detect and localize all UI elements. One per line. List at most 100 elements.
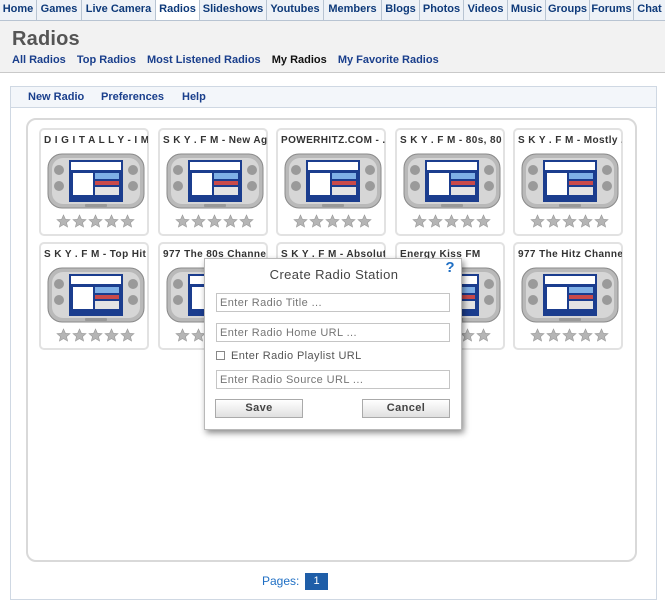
top-nav: Home Games Live Camera Radios Slideshows… (0, 0, 665, 21)
star-icon[interactable] (120, 328, 135, 342)
station-title[interactable]: POWERHITZ.COM - ... (281, 135, 385, 146)
tab-chat[interactable]: Chat (634, 0, 665, 20)
star-icon[interactable] (594, 214, 609, 228)
subnav-top-radios[interactable]: Top Radios (77, 54, 136, 66)
save-button[interactable]: Save (215, 399, 303, 418)
radio-device-thumbnail[interactable] (521, 152, 619, 210)
star-icon[interactable] (476, 328, 491, 342)
radio-device-thumbnail[interactable] (166, 152, 264, 210)
station-title[interactable]: D I G I T A L L Y - I M ... (44, 135, 148, 146)
star-icon[interactable] (88, 328, 103, 342)
star-icon[interactable] (175, 214, 190, 228)
station-card[interactable]: S K Y . F M - Mostly ... (513, 128, 623, 236)
rating-stars[interactable] (56, 328, 140, 342)
star-icon[interactable] (460, 328, 475, 342)
star-icon[interactable] (88, 214, 103, 228)
radio-device-thumbnail[interactable] (284, 152, 382, 210)
star-icon[interactable] (56, 328, 71, 342)
tab-photos[interactable]: Photos (420, 0, 464, 20)
star-icon[interactable] (594, 328, 609, 342)
radio-device-thumbnail[interactable] (47, 266, 145, 324)
page-1-button[interactable]: 1 (305, 573, 328, 590)
radio-home-url-input[interactable] (216, 323, 450, 342)
star-icon[interactable] (120, 214, 135, 228)
star-icon[interactable] (428, 214, 443, 228)
new-radio-link[interactable]: New Radio (28, 91, 84, 103)
rating-stars[interactable] (175, 214, 259, 228)
station-card[interactable]: S K Y . F M - Top Hit ... (39, 242, 149, 350)
tab-forums[interactable]: Forums (590, 0, 634, 20)
subnav-most-listened[interactable]: Most Listened Radios (147, 54, 261, 66)
subnav-my-radios[interactable]: My Radios (272, 54, 327, 66)
station-card[interactable]: POWERHITZ.COM - ... (276, 128, 386, 236)
star-icon[interactable] (546, 328, 561, 342)
rating-stars[interactable] (56, 214, 140, 228)
playlist-url-checkbox[interactable] (216, 351, 225, 360)
station-title[interactable]: 977 The Hitz Channel (518, 249, 622, 260)
star-icon[interactable] (444, 214, 459, 228)
toolbar: New Radio Preferences Help (10, 86, 657, 108)
star-icon[interactable] (341, 214, 356, 228)
rating-stars[interactable] (293, 214, 377, 228)
star-icon[interactable] (72, 214, 87, 228)
tab-home[interactable]: Home (0, 0, 37, 20)
star-icon[interactable] (530, 328, 545, 342)
star-icon[interactable] (104, 214, 119, 228)
radio-title-input[interactable] (216, 293, 450, 312)
help-link[interactable]: Help (182, 91, 206, 103)
rating-stars[interactable] (530, 328, 614, 342)
star-icon[interactable] (104, 328, 119, 342)
radio-device-thumbnail[interactable] (403, 152, 501, 210)
star-icon[interactable] (460, 214, 475, 228)
star-icon[interactable] (357, 214, 372, 228)
radio-source-url-input[interactable] (216, 370, 450, 389)
star-icon[interactable] (293, 214, 308, 228)
tab-videos[interactable]: Videos (464, 0, 508, 20)
tab-live-camera[interactable]: Live Camera (82, 0, 156, 20)
radio-device-thumbnail[interactable] (521, 266, 619, 324)
subnav-all-radios[interactable]: All Radios (12, 54, 66, 66)
star-icon[interactable] (562, 328, 577, 342)
star-icon[interactable] (175, 328, 190, 342)
station-title[interactable]: S K Y . F M - New Ag ... (163, 135, 267, 146)
station-card[interactable]: D I G I T A L L Y - I M ... (39, 128, 149, 236)
star-icon[interactable] (309, 214, 324, 228)
station-title[interactable]: S K Y . F M - Top Hit ... (44, 249, 148, 260)
tab-slideshows[interactable]: Slideshows (200, 0, 267, 20)
tab-members[interactable]: Members (324, 0, 382, 20)
star-icon[interactable] (578, 214, 593, 228)
star-icon[interactable] (562, 214, 577, 228)
star-icon[interactable] (578, 328, 593, 342)
tab-youtubes[interactable]: Youtubes (267, 0, 324, 20)
star-icon[interactable] (325, 214, 340, 228)
playlist-url-label: Enter Radio Playlist URL (231, 350, 362, 362)
star-icon[interactable] (239, 214, 254, 228)
star-icon[interactable] (530, 214, 545, 228)
star-icon[interactable] (412, 214, 427, 228)
station-title[interactable]: S K Y . F M - 80s, 80 ... (400, 135, 504, 146)
station-card[interactable]: S K Y . F M - New Ag ... (158, 128, 268, 236)
star-icon[interactable] (56, 214, 71, 228)
subnav-my-favorite-radios[interactable]: My Favorite Radios (338, 54, 439, 66)
cancel-button[interactable]: Cancel (362, 399, 450, 418)
station-card[interactable]: 977 The Hitz Channel (513, 242, 623, 350)
star-icon[interactable] (72, 328, 87, 342)
tab-blogs[interactable]: Blogs (382, 0, 420, 20)
star-icon[interactable] (223, 214, 238, 228)
playlist-url-option[interactable]: Enter Radio Playlist URL (216, 350, 362, 362)
preferences-link[interactable]: Preferences (101, 91, 164, 103)
tab-radios[interactable]: Radios (156, 0, 200, 20)
radio-device-thumbnail[interactable] (47, 152, 145, 210)
help-icon[interactable]: ? (443, 260, 457, 276)
rating-stars[interactable] (530, 214, 614, 228)
tab-groups[interactable]: Groups (546, 0, 590, 20)
tab-games[interactable]: Games (37, 0, 82, 20)
star-icon[interactable] (476, 214, 491, 228)
station-title[interactable]: S K Y . F M - Mostly ... (518, 135, 622, 146)
station-card[interactable]: S K Y . F M - 80s, 80 ... (395, 128, 505, 236)
star-icon[interactable] (191, 214, 206, 228)
rating-stars[interactable] (412, 214, 496, 228)
star-icon[interactable] (546, 214, 561, 228)
star-icon[interactable] (207, 214, 222, 228)
tab-music[interactable]: Music (508, 0, 546, 20)
